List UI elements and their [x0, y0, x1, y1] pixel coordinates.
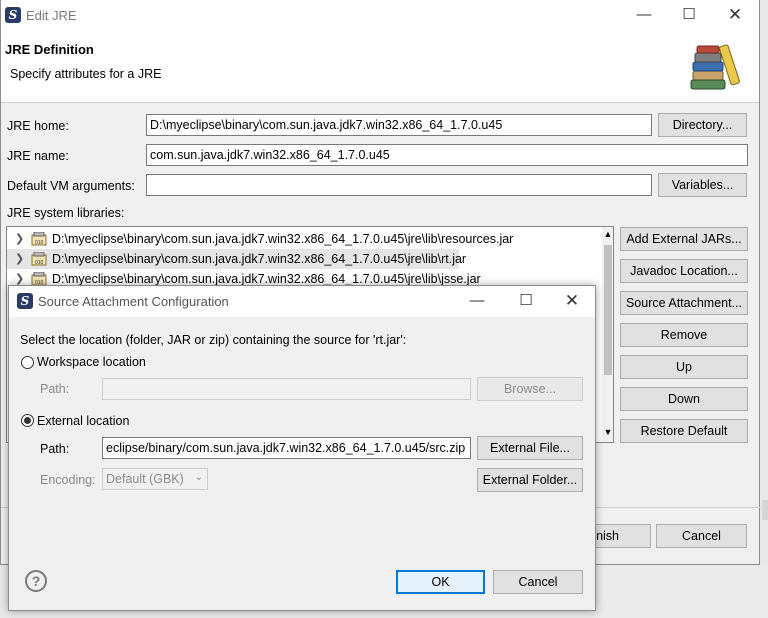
minimize-button[interactable]: — [462, 290, 492, 312]
down-button[interactable]: Down [620, 387, 748, 411]
external-location-radio[interactable] [21, 414, 34, 427]
dialog-cancel-button[interactable]: Cancel [493, 570, 583, 594]
header-subtitle: Specify attributes for a JRE [10, 67, 162, 81]
libraries-label: JRE system libraries: [7, 206, 125, 220]
jre-home-field[interactable]: D:\myeclipse\binary\com.sun.java.jdk7.wi… [146, 114, 652, 136]
scrollbar-thumb[interactable] [604, 245, 612, 375]
javadoc-location-button[interactable]: Javadoc Location... [620, 259, 748, 283]
scroll-up-icon[interactable]: ▲ [602, 229, 613, 239]
workspace-location-radio[interactable] [21, 356, 34, 369]
close-button[interactable]: ✕ [720, 4, 750, 26]
jre-name-field[interactable]: com.sun.java.jdk7.win32.x86_64_1.7.0.u45 [146, 144, 748, 166]
close-button[interactable]: ✕ [557, 290, 587, 312]
vm-args-label: Default VM arguments: [7, 179, 135, 193]
list-item[interactable]: ❯ 010 D:\myeclipse\binary\com.sun.java.j… [7, 249, 466, 269]
list-item[interactable]: ❯ 010 D:\myeclipse\binary\com.sun.java.j… [7, 229, 597, 249]
background-panel-edge [762, 500, 768, 520]
svg-text:010: 010 [35, 260, 44, 266]
maximize-button[interactable]: ☐ [674, 4, 704, 26]
up-button[interactable]: Up [620, 355, 748, 379]
workspace-path-field[interactable] [102, 378, 471, 400]
help-icon[interactable]: ? [25, 570, 47, 592]
source-attachment-button[interactable]: Source Attachment... [620, 291, 748, 315]
ok-button[interactable]: OK [396, 570, 485, 594]
restore-default-button[interactable]: Restore Default [620, 419, 748, 443]
source-attachment-dialog: S Source Attachment Configuration — ☐ ✕ … [8, 285, 596, 611]
external-file-button[interactable]: External File... [477, 436, 583, 460]
eclipse-app-icon: S [5, 7, 21, 23]
encoding-value: Default (GBK) [106, 472, 184, 486]
jar-icon: 010 [31, 232, 47, 246]
jar-icon: 010 [31, 252, 47, 266]
window-title: Edit JRE [26, 8, 77, 23]
browse-button[interactable]: Browse... [477, 377, 583, 401]
cancel-button[interactable]: Cancel [656, 524, 747, 548]
finish-button-label: nish [596, 529, 619, 543]
scroll-down-icon[interactable]: ▼ [602, 427, 613, 437]
chevron-right-icon[interactable]: ❯ [15, 249, 25, 269]
encoding-select[interactable]: Default (GBK) ⌄ [102, 468, 208, 490]
external-path-label: Path: [40, 442, 70, 456]
workspace-location-label[interactable]: Workspace location [37, 355, 146, 369]
jre-name-label: JRE name: [7, 149, 69, 163]
dialog-title: Source Attachment Configuration [38, 294, 229, 309]
header-title: JRE Definition [5, 42, 94, 57]
external-folder-button[interactable]: External Folder... [477, 468, 583, 492]
external-location-label[interactable]: External location [37, 414, 129, 428]
dialog-titlebar: S Source Attachment Configuration — ☐ ✕ [9, 286, 595, 317]
variables-button[interactable]: Variables... [658, 173, 747, 197]
books-icon [690, 44, 740, 90]
background-workspace [596, 565, 768, 618]
maximize-button[interactable]: ☐ [511, 290, 541, 312]
wizard-header: JRE Definition Specify attributes for a … [1, 31, 759, 103]
library-path: D:\myeclipse\binary\com.sun.java.jdk7.wi… [52, 232, 514, 246]
external-path-field[interactable]: eclipse/binary/com.sun.java.jdk7.win32.x… [102, 437, 471, 459]
jar-icon: 010 [31, 272, 47, 286]
workspace-path-label: Path: [40, 382, 70, 396]
chevron-down-icon: ⌄ [194, 472, 203, 483]
eclipse-app-icon: S [17, 293, 33, 309]
dialog-prompt: Select the location (folder, JAR or zip)… [20, 333, 407, 347]
encoding-label: Encoding: [40, 473, 96, 487]
jre-home-label: JRE home: [7, 119, 69, 133]
external-path-value: eclipse/binary/com.sun.java.jdk7.win32.x… [106, 441, 466, 455]
window-titlebar: S Edit JRE — ☐ ✕ [1, 0, 759, 31]
add-external-jars-button[interactable]: Add External JARs... [620, 227, 748, 251]
remove-button[interactable]: Remove [620, 323, 748, 347]
minimize-button[interactable]: — [629, 4, 659, 26]
directory-button[interactable]: Directory... [658, 113, 747, 137]
chevron-right-icon[interactable]: ❯ [15, 229, 25, 249]
library-path: D:\myeclipse\binary\com.sun.java.jdk7.wi… [52, 252, 467, 266]
vm-args-field[interactable] [146, 174, 652, 196]
svg-text:010: 010 [35, 240, 44, 246]
